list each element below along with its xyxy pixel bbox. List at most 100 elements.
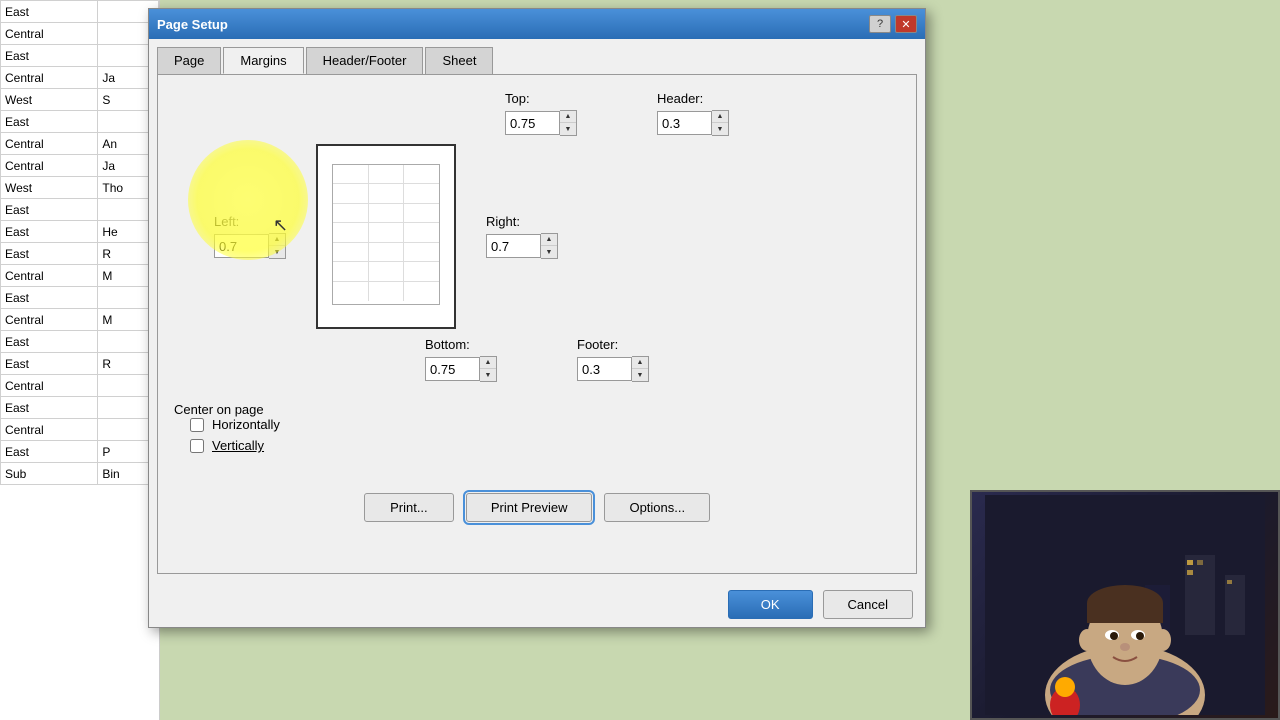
left-margin-spinner: ▲ ▼ bbox=[269, 233, 286, 259]
grid-cell bbox=[404, 282, 439, 301]
header-margin-input-group: ▲ ▼ bbox=[657, 110, 729, 136]
grid-cell bbox=[333, 282, 369, 301]
grid-cell bbox=[333, 184, 369, 202]
horizontally-label: Horizontally bbox=[212, 417, 280, 432]
grid-cell bbox=[369, 282, 405, 301]
grid-cell bbox=[404, 223, 439, 241]
action-buttons: Print... Print Preview Options... bbox=[174, 493, 900, 522]
margins-panel: ↖ Top: ▲ ▼ Header: bbox=[157, 74, 917, 574]
spreadsheet-cell: Central bbox=[1, 265, 98, 287]
options-button[interactable]: Options... bbox=[604, 493, 710, 522]
cancel-button[interactable]: Cancel bbox=[823, 590, 913, 619]
header-margin-label: Header: bbox=[657, 91, 703, 106]
left-margin-group: Left: ▲ ▼ bbox=[214, 214, 286, 259]
spreadsheet-cell: Central bbox=[1, 23, 98, 45]
bottom-margin-up[interactable]: ▲ bbox=[480, 357, 496, 369]
header-margin-up[interactable]: ▲ bbox=[712, 111, 728, 123]
webcam-overlay bbox=[970, 490, 1280, 720]
spreadsheet-table: EastCentralEastCentralJaWestSEastCentral… bbox=[0, 0, 159, 485]
dialog-title: Page Setup bbox=[157, 17, 228, 32]
tab-page[interactable]: Page bbox=[157, 47, 221, 74]
spreadsheet-cell: East bbox=[1, 287, 98, 309]
spreadsheet-cell: Central bbox=[1, 309, 98, 331]
top-margin-input[interactable] bbox=[505, 111, 560, 135]
spreadsheet-cell: Central bbox=[1, 419, 98, 441]
grid-cell bbox=[369, 223, 405, 241]
dialog-titlebar: Page Setup ? ✕ bbox=[149, 9, 925, 39]
ok-button[interactable]: OK bbox=[728, 590, 813, 619]
grid-cell bbox=[404, 262, 439, 280]
tab-margins[interactable]: Margins bbox=[223, 47, 303, 74]
print-preview-button[interactable]: Print Preview bbox=[466, 493, 593, 522]
spreadsheet-cell: East bbox=[1, 221, 98, 243]
middle-margin-row: Left: ▲ ▼ bbox=[174, 144, 900, 329]
top-margin-group: Top: ▲ ▼ bbox=[505, 91, 577, 136]
bottom-margin-down[interactable]: ▼ bbox=[480, 369, 496, 381]
left-margin-input[interactable] bbox=[214, 234, 269, 258]
help-button[interactable]: ? bbox=[869, 15, 891, 33]
top-margin-up[interactable]: ▲ bbox=[560, 111, 576, 123]
grid-cell bbox=[333, 165, 369, 183]
grid-row bbox=[333, 243, 439, 262]
spreadsheet-cell: Central bbox=[1, 155, 98, 177]
spreadsheet-cell: West bbox=[1, 177, 98, 199]
dialog-footer: OK Cancel bbox=[149, 582, 925, 627]
spreadsheet-cell: Central bbox=[1, 67, 98, 89]
right-margin-up[interactable]: ▲ bbox=[541, 234, 557, 246]
spreadsheet-cell: East bbox=[1, 353, 98, 375]
bottom-margin-input-group: ▲ ▼ bbox=[425, 356, 497, 382]
bottom-margin-input[interactable] bbox=[425, 357, 480, 381]
right-margin-input[interactable] bbox=[486, 234, 541, 258]
right-margin-down[interactable]: ▼ bbox=[541, 246, 557, 258]
page-setup-dialog: Page Setup ? ✕ Page Margins Header/Foote… bbox=[148, 8, 926, 628]
spreadsheet-cell: East bbox=[1, 1, 98, 23]
top-margin-down[interactable]: ▼ bbox=[560, 123, 576, 135]
top-margin-input-group: ▲ ▼ bbox=[505, 110, 577, 136]
top-margin-label: Top: bbox=[505, 91, 530, 106]
footer-margin-down[interactable]: ▼ bbox=[632, 369, 648, 381]
person-silhouette bbox=[985, 495, 1265, 715]
page-grid bbox=[333, 165, 439, 304]
page-preview bbox=[316, 144, 456, 329]
spreadsheet-cell: East bbox=[1, 111, 98, 133]
grid-row bbox=[333, 282, 439, 301]
center-on-page-section: Center on page Horizontally Vertically bbox=[174, 402, 900, 453]
titlebar-controls: ? ✕ bbox=[869, 15, 917, 33]
left-margin-up[interactable]: ▲ bbox=[269, 234, 285, 246]
header-margin-group: Header: ▲ ▼ bbox=[657, 91, 729, 136]
horizontally-checkbox[interactable] bbox=[190, 418, 204, 432]
vertically-checkbox[interactable] bbox=[190, 439, 204, 453]
grid-cell bbox=[404, 243, 439, 261]
page-preview-inner bbox=[332, 164, 440, 305]
spreadsheet-cell: Central bbox=[1, 375, 98, 397]
print-button[interactable]: Print... bbox=[364, 493, 454, 522]
spreadsheet-background: EastCentralEastCentralJaWestSEastCentral… bbox=[0, 0, 160, 720]
grid-cell bbox=[404, 184, 439, 202]
right-margin-group: Right: ▲ ▼ bbox=[486, 214, 558, 259]
webcam-inner bbox=[972, 492, 1278, 718]
bottom-margin-row: Bottom: ▲ ▼ Footer: ▲ bbox=[174, 337, 900, 382]
bottom-margin-spinner: ▲ ▼ bbox=[480, 356, 497, 382]
close-button[interactable]: ✕ bbox=[895, 15, 917, 33]
bottom-margin-label: Bottom: bbox=[425, 337, 470, 352]
left-margin-down[interactable]: ▼ bbox=[269, 246, 285, 258]
footer-margin-input[interactable] bbox=[577, 357, 632, 381]
vertically-label: Vertically bbox=[212, 438, 264, 453]
bottom-margin-group: Bottom: ▲ ▼ bbox=[425, 337, 497, 382]
header-margin-down[interactable]: ▼ bbox=[712, 123, 728, 135]
left-margin-input-group: ▲ ▼ bbox=[214, 233, 286, 259]
tab-header-footer[interactable]: Header/Footer bbox=[306, 47, 424, 74]
footer-margin-up[interactable]: ▲ bbox=[632, 357, 648, 369]
top-margin-spinner: ▲ ▼ bbox=[560, 110, 577, 136]
grid-cell bbox=[369, 243, 405, 261]
tab-sheet[interactable]: Sheet bbox=[425, 47, 493, 74]
grid-cell bbox=[333, 243, 369, 261]
grid-row bbox=[333, 184, 439, 203]
grid-row bbox=[333, 262, 439, 281]
header-margin-input[interactable] bbox=[657, 111, 712, 135]
footer-margin-label: Footer: bbox=[577, 337, 618, 352]
footer-margin-spinner: ▲ ▼ bbox=[632, 356, 649, 382]
spreadsheet-cell: Sub bbox=[1, 463, 98, 485]
grid-row bbox=[333, 204, 439, 223]
spreadsheet-cell: West bbox=[1, 89, 98, 111]
